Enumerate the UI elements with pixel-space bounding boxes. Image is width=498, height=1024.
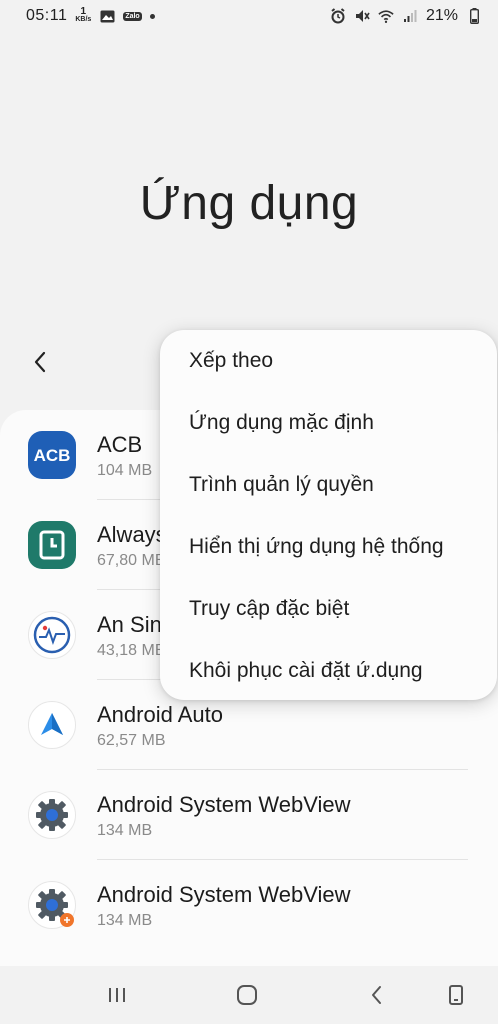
back-button[interactable] — [26, 348, 54, 376]
network-speed-value: 1 — [80, 6, 87, 17]
keyboard-switch-button[interactable] — [441, 980, 471, 1010]
back-icon — [372, 986, 381, 1004]
app-size: 62,57 MB — [97, 732, 166, 749]
back-nav-button[interactable] — [362, 980, 392, 1010]
app-name: ACB — [97, 432, 143, 457]
app-name: Android System WebView — [97, 882, 351, 907]
network-speed-unit: KB/s — [75, 16, 92, 23]
an-sinh-icon — [28, 611, 76, 659]
app-name: Android Auto — [97, 702, 223, 727]
app-size: 43,18 MB — [97, 642, 166, 659]
notification-dot-icon — [149, 13, 155, 19]
status-right: 21% — [330, 7, 482, 25]
menu-item-sort-by[interactable]: Xếp theo — [160, 330, 497, 392]
recent-apps-icon — [109, 988, 125, 1002]
menu-item-permission-manager[interactable]: Trình quản lý quyền — [160, 454, 497, 516]
network-speed: 1 KB/s — [75, 6, 92, 24]
battery-icon — [466, 8, 482, 24]
app-size: 104 MB — [97, 462, 153, 479]
android-auto-icon — [28, 701, 76, 749]
status-bar: 05:11 1 KB/s Zalo 21% — [0, 0, 498, 32]
clock-icon — [28, 521, 76, 569]
menu-item-reset-app-preferences[interactable]: Khôi phục cài đặt ứ.dụng — [160, 640, 497, 702]
app-name: Android System WebView — [97, 792, 351, 817]
home-icon — [237, 985, 257, 1005]
page-title: Ứng dụng — [139, 177, 359, 230]
zalo-icon: Zalo — [123, 11, 142, 21]
app-size: 134 MB — [97, 912, 153, 929]
battery-percent: 21% — [425, 7, 458, 24]
acb-icon: ACB — [28, 431, 76, 479]
svg-text:ACB: ACB — [34, 446, 71, 465]
status-left: 05:11 1 KB/s Zalo — [26, 7, 155, 25]
app-size: 134 MB — [97, 822, 153, 839]
phone-icon — [449, 985, 463, 1005]
menu-item-special-access[interactable]: Truy cập đặc biệt — [160, 578, 497, 640]
signal-icon — [402, 9, 418, 23]
overflow-menu: Xếp theo Ứng dụng mặc định Trình quản lý… — [160, 330, 497, 700]
list-item[interactable]: Android System WebView 134 MB — [0, 770, 498, 860]
menu-item-show-system-apps[interactable]: Hiển thị ứng dụng hệ thống — [160, 516, 497, 578]
chevron-left-icon — [34, 351, 46, 373]
webview-gear-icon — [28, 791, 76, 839]
home-button[interactable] — [232, 980, 262, 1010]
app-size: 67,80 MB — [97, 552, 166, 569]
alarm-icon — [330, 8, 346, 24]
webview-gear-icon — [28, 881, 76, 929]
navigation-bar — [0, 966, 498, 1024]
wifi-icon — [378, 9, 394, 23]
status-time: 05:11 — [26, 7, 68, 24]
recent-apps-button[interactable] — [102, 980, 132, 1010]
menu-item-default-apps[interactable]: Ứng dụng mặc định — [160, 392, 497, 454]
gallery-icon — [99, 9, 115, 23]
list-item[interactable]: Android System WebView 134 MB — [0, 860, 498, 950]
mute-icon — [354, 9, 370, 23]
